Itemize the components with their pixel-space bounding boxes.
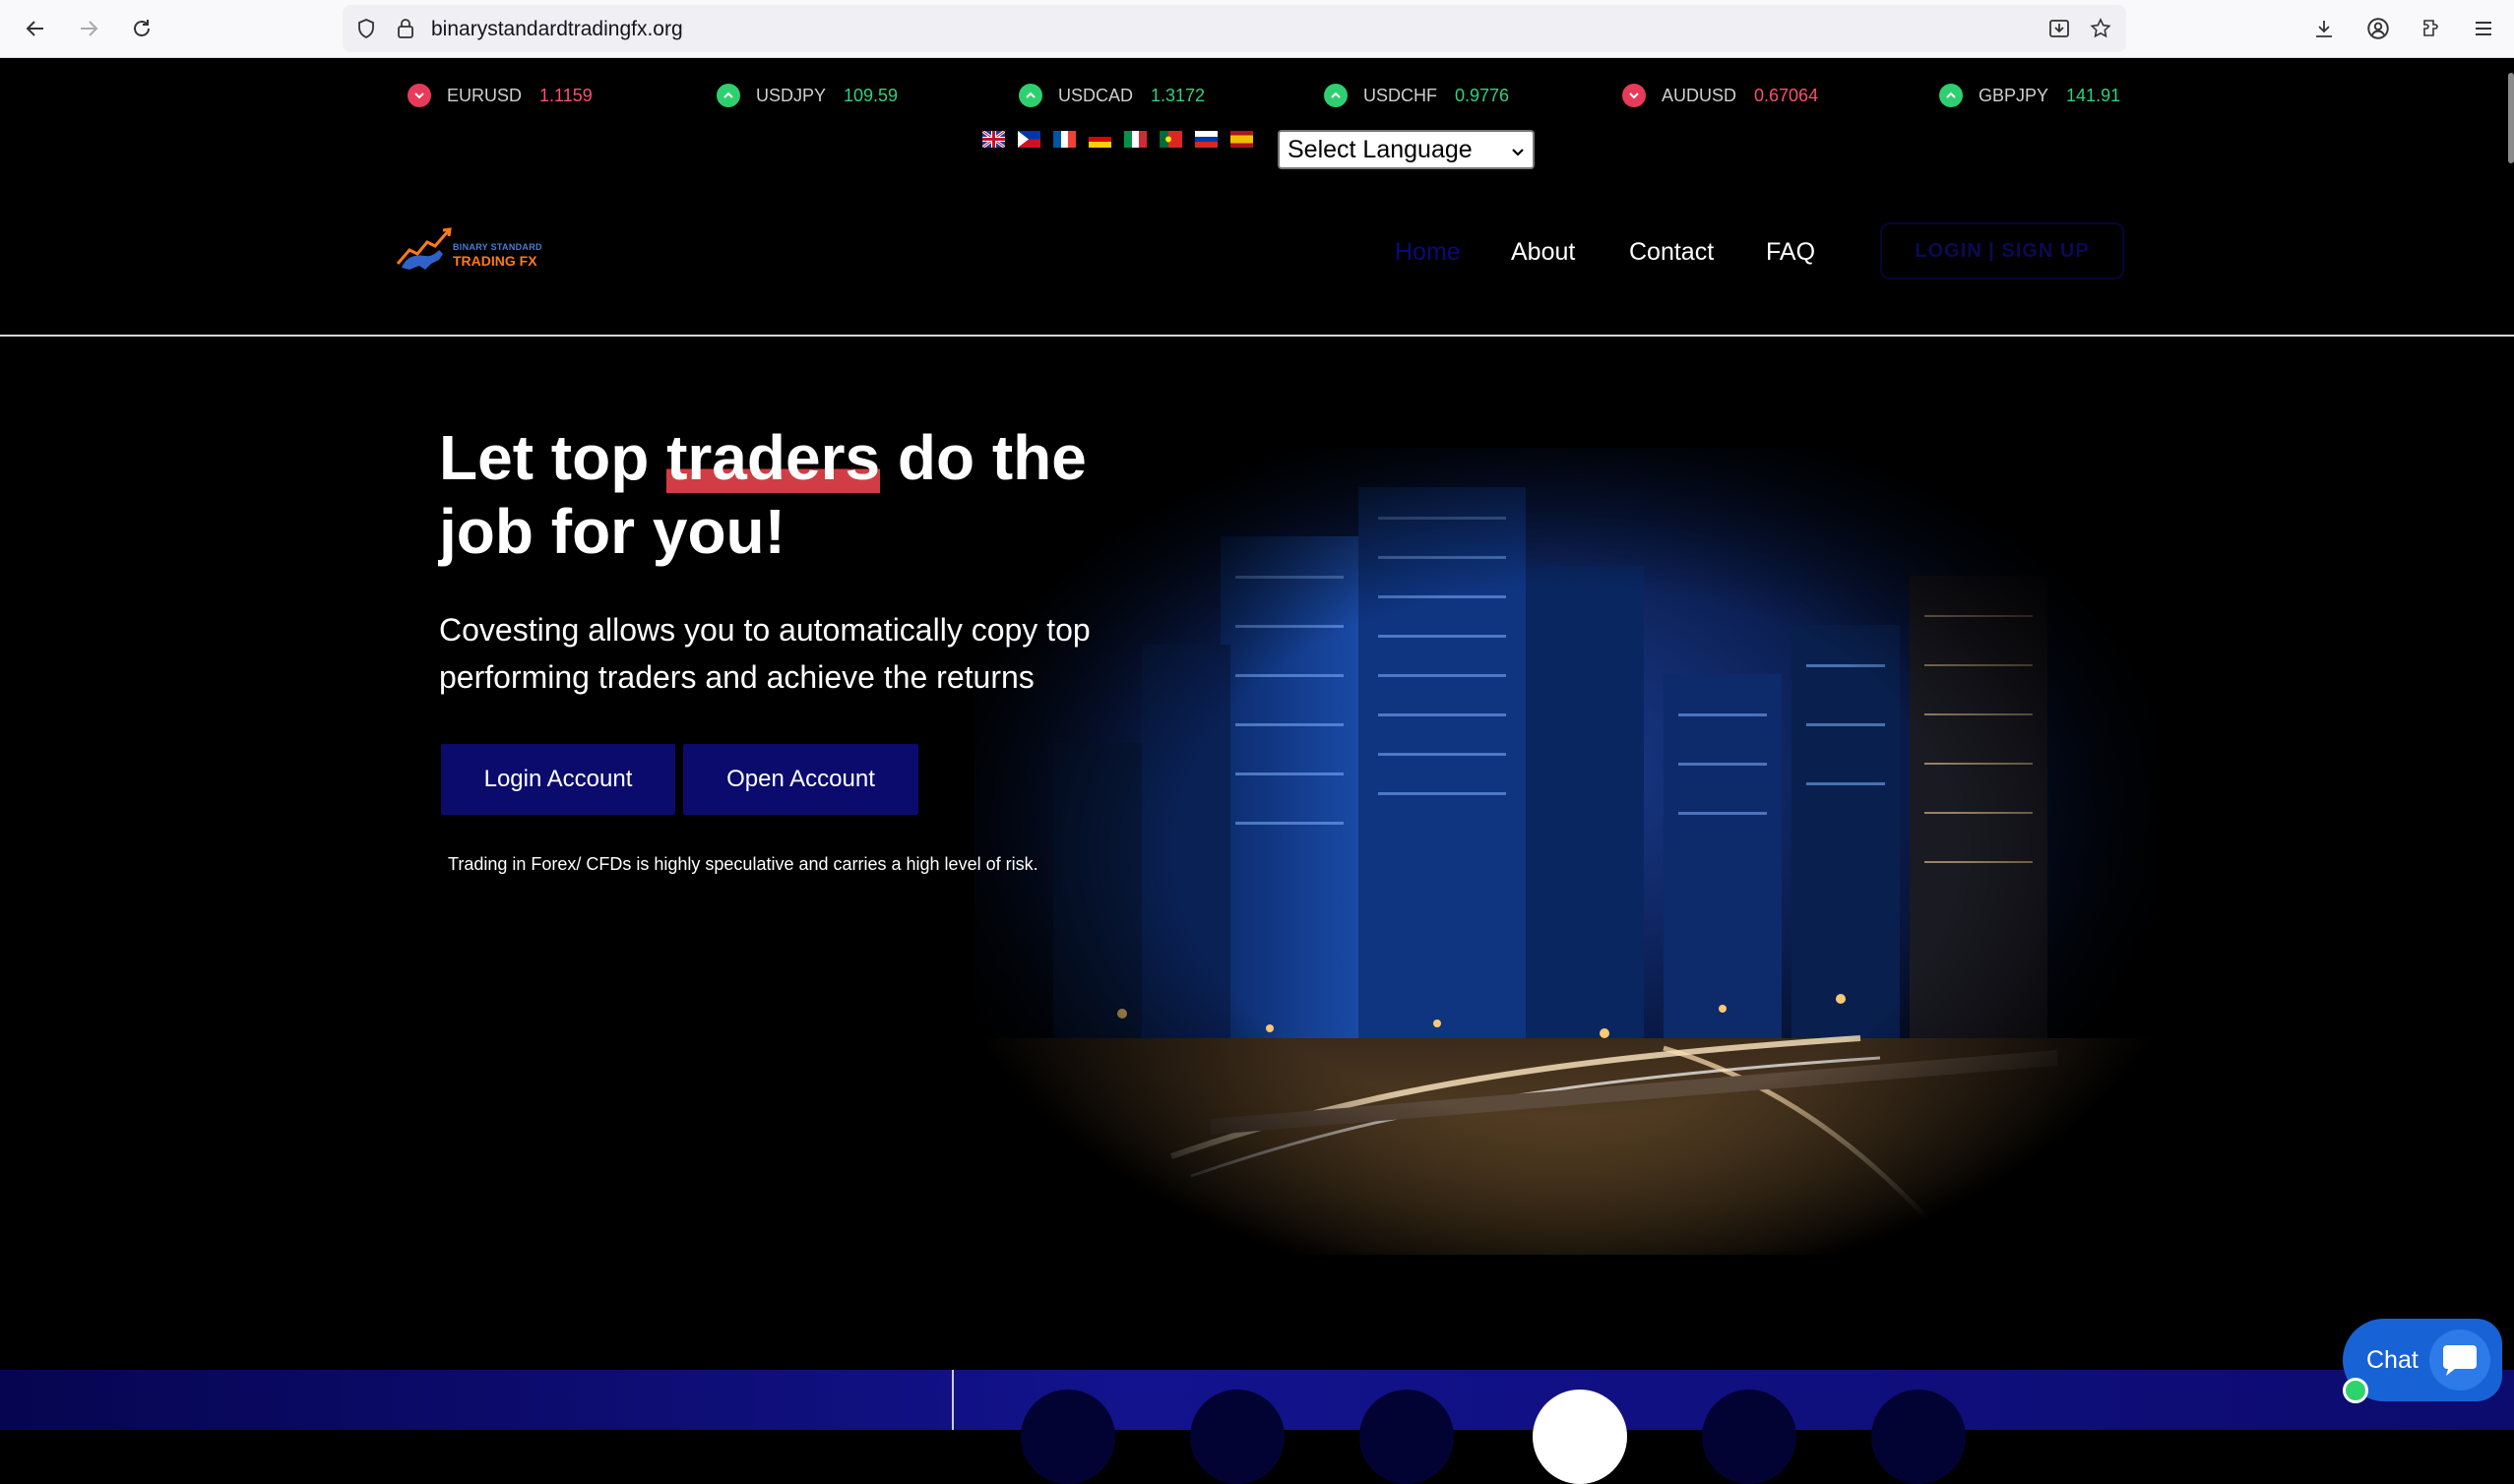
login-signup-button[interactable]: LOGIN | SIGN UP xyxy=(1880,222,2124,279)
language-select[interactable]: Select Language xyxy=(1278,130,1535,169)
reload-icon[interactable] xyxy=(124,11,159,46)
url-text[interactable]: binarystandardtradingfx.org xyxy=(431,18,683,41)
ticker-value: 1.1159 xyxy=(539,85,593,105)
band-divider xyxy=(952,1370,954,1430)
chevron-up-icon xyxy=(717,84,740,107)
ticker-symbol: USDCAD xyxy=(1058,85,1134,105)
site-logo[interactable]: BINARY STANDARD TRADING FX xyxy=(396,224,553,274)
russian-flag[interactable] xyxy=(1195,131,1218,148)
portuguese-flag[interactable] xyxy=(1160,131,1182,148)
feature-circle-2[interactable] xyxy=(1190,1390,1285,1484)
german-flag[interactable] xyxy=(1089,131,1111,148)
ticker-value: 0.67064 xyxy=(1754,85,1819,105)
ticker-symbol: AUDUSD xyxy=(1662,85,1737,105)
chevron-down-icon xyxy=(1622,84,1646,107)
account-icon[interactable] xyxy=(2360,11,2396,46)
spanish-flag[interactable] xyxy=(1230,131,1253,148)
feature-circle-1[interactable] xyxy=(1021,1390,1115,1484)
feature-circle-6[interactable] xyxy=(1871,1390,1966,1484)
ticker-item-gbpjpy: GBPJPY 141.91 xyxy=(1939,81,2120,110)
shield-icon[interactable] xyxy=(354,17,378,45)
hero-city-image xyxy=(974,448,2156,1255)
ticker-item-audusd: AUDUSD 0.67064 xyxy=(1622,81,1818,110)
language-select-value: Select Language xyxy=(1288,135,1473,163)
bull-logo-icon xyxy=(396,227,452,270)
hero-title-part-1: Let top xyxy=(439,422,667,493)
star-icon[interactable] xyxy=(2089,17,2112,45)
download-icon[interactable] xyxy=(2306,11,2342,46)
logo-line-1: BINARY STANDARD xyxy=(453,242,542,252)
chat-label: Chat xyxy=(2366,1345,2419,1374)
online-status-dot xyxy=(2343,1378,2368,1403)
language-flags xyxy=(982,131,1253,151)
italian-flag[interactable] xyxy=(1124,131,1147,148)
nav-home[interactable]: Home xyxy=(1395,238,1461,267)
hero-subtitle: Covesting allows you to automatically co… xyxy=(439,612,1091,695)
logo-line-2: TRADING FX xyxy=(453,253,537,269)
risk-disclaimer: Trading in Forex/ CFDs is highly specula… xyxy=(448,854,1038,874)
login-account-button[interactable]: Login Account xyxy=(441,744,675,815)
ticker-symbol: USDCHF xyxy=(1363,85,1437,105)
scrollbar-thumb[interactable] xyxy=(2508,73,2514,163)
hero-title-highlight: traders xyxy=(666,422,881,493)
forward-icon[interactable] xyxy=(71,11,106,46)
chevron-up-icon xyxy=(1324,84,1348,107)
chevron-down-icon xyxy=(408,84,431,107)
header-divider xyxy=(0,335,2514,337)
ticker-value: 109.59 xyxy=(844,85,899,105)
ticker-item-eurusd: EURUSD 1.1159 xyxy=(408,81,593,110)
url-bar[interactable]: binarystandardtradingfx.org xyxy=(343,5,2126,52)
ticker-symbol: EURUSD xyxy=(447,85,523,105)
extensions-icon[interactable] xyxy=(2414,11,2449,46)
french-flag[interactable] xyxy=(1053,131,1076,148)
chevron-up-icon xyxy=(1939,84,1963,107)
lock-icon[interactable] xyxy=(394,17,417,45)
ticker-item-usdcad: USDCAD 1.3172 xyxy=(1019,81,1205,110)
ticker-item-usdjpy: USDJPY 109.59 xyxy=(717,81,898,110)
chevron-down-icon xyxy=(1511,136,1525,164)
install-icon[interactable] xyxy=(2047,17,2071,45)
open-account-button[interactable]: Open Account xyxy=(683,744,918,815)
nav-about[interactable]: About xyxy=(1511,238,1575,267)
feature-circle-5[interactable] xyxy=(1702,1390,1796,1484)
menu-icon[interactable] xyxy=(2466,11,2501,46)
feature-circle-active[interactable] xyxy=(1533,1390,1627,1484)
browser-toolbar: binarystandardtradingfx.org xyxy=(0,0,2514,58)
english-flag[interactable] xyxy=(982,131,1005,148)
filipino-flag[interactable] xyxy=(1018,131,1040,148)
nav-faq[interactable]: FAQ xyxy=(1766,238,1815,267)
ticker-value: 1.3172 xyxy=(1151,85,1206,105)
ticker-symbol: USDJPY xyxy=(756,85,827,105)
ticker-item-usdchf: USDCHF 0.9776 xyxy=(1324,81,1509,110)
feature-circle-3[interactable] xyxy=(1359,1390,1454,1484)
chevron-up-icon xyxy=(1019,84,1042,107)
nav-contact[interactable]: Contact xyxy=(1629,238,1714,267)
ticker-value: 141.91 xyxy=(2066,85,2121,105)
ticker-value: 0.9776 xyxy=(1455,85,1510,105)
ticker-symbol: GBPJPY xyxy=(1979,85,2049,105)
chat-bubble-icon xyxy=(2429,1329,2490,1391)
hero-title: Let top traders do the job for you! xyxy=(439,421,1187,569)
back-icon[interactable] xyxy=(18,11,53,46)
